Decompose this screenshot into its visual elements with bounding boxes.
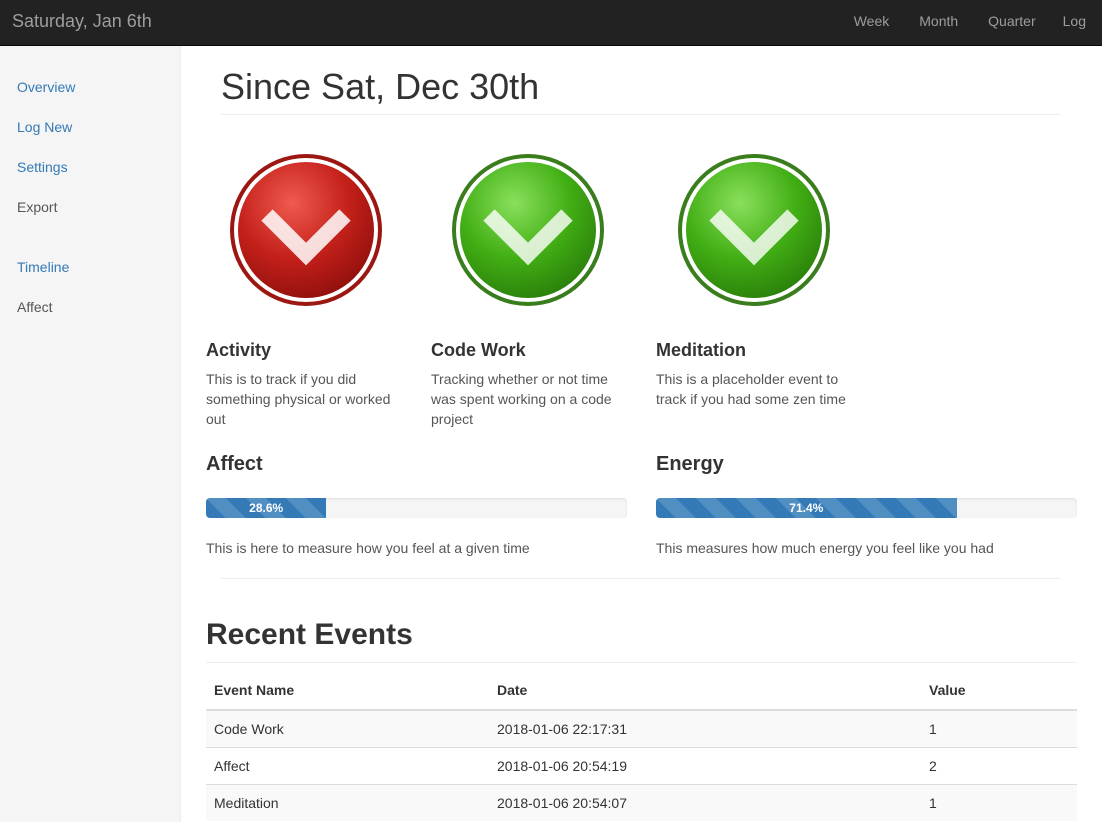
column-header-value: Value [921,671,1077,711]
meditation-title: Meditation [656,340,746,360]
activity-title: Activity [206,340,272,360]
section-divider [221,578,1061,579]
nav-quarter-link[interactable]: Quarter [972,0,1049,46]
checkmark-icon [230,154,382,306]
affect-progress-bar: 28.6% [206,498,627,518]
event-name-cell: Meditation [206,783,489,821]
code-work-description: Tracking whether or not time was spent w… [431,371,612,427]
column-header-event-name: Event Name [206,671,489,711]
sidebar-item-log-new[interactable]: Log New [17,119,72,135]
event-date-cell: 2018-01-06 20:54:07 [489,783,921,821]
title-divider [221,114,1061,115]
code-work-title: Code Work [431,340,526,360]
checkmark-icon [452,154,604,306]
event-date-cell: 2018-01-06 20:54:19 [489,746,921,784]
energy-metric-description: This measures how much energy you feel l… [656,540,994,556]
affect-progress-fill: 28.6% [206,498,327,518]
event-name-cell: Code Work [206,709,489,747]
sidebar-item-overview[interactable]: Overview [17,79,75,95]
event-value-cell: 1 [921,783,1077,821]
navbar-brand[interactable]: Saturday, Jan 6th [12,11,152,32]
table-row[interactable]: Meditation 2018-01-06 20:54:07 1 [206,783,1077,821]
event-value-cell: 1 [921,709,1077,747]
nav-log-link[interactable]: Log [1050,0,1102,46]
table-row[interactable]: Code Work 2018-01-06 22:17:31 1 [206,709,1077,747]
affect-metric-description: This is here to measure how you feel at … [206,540,530,556]
code-work-status-badge [451,153,605,307]
checkmark-icon [678,154,830,306]
navbar-links: Week Month Quarter Log [838,0,1102,46]
affect-metric-title: Affect [206,453,263,475]
column-header-date: Date [489,671,921,711]
top-navbar: Saturday, Jan 6th Week Month Quarter Log [0,0,1102,46]
meditation-status-badge [677,153,831,307]
table-header-row: Event Name Date Value [206,671,1077,711]
event-date-cell: 2018-01-06 22:17:31 [489,709,921,747]
page-title: Since Sat, Dec 30th [221,66,540,107]
sidebar-item-timeline[interactable]: Timeline [17,259,69,275]
activity-status-badge [229,153,383,307]
event-name-cell: Affect [206,746,489,784]
energy-metric-title: Energy [656,453,724,475]
energy-progress-bar: 71.4% [656,498,1077,518]
recent-events-table: Event Name Date Value Code Work 2018-01-… [206,671,1077,821]
energy-progress-fill: 71.4% [656,498,957,518]
table-row[interactable]: Affect 2018-01-06 20:54:19 2 [206,746,1077,784]
meditation-description: This is a placeholder event to track if … [656,371,846,407]
recent-events-divider [206,662,1077,663]
sidebar-item-export[interactable]: Export [17,199,57,215]
sidebar-item-affect[interactable]: Affect [17,299,53,315]
sidebar-item-settings[interactable]: Settings [17,159,68,175]
event-value-cell: 2 [921,746,1077,784]
sidebar: Overview Log New Settings Export Timelin… [0,46,181,822]
nav-week-link[interactable]: Week [838,0,904,46]
activity-description: This is to track if you did something ph… [206,371,391,427]
recent-events-title: Recent Events [206,618,413,651]
nav-month-link[interactable]: Month [903,0,972,46]
